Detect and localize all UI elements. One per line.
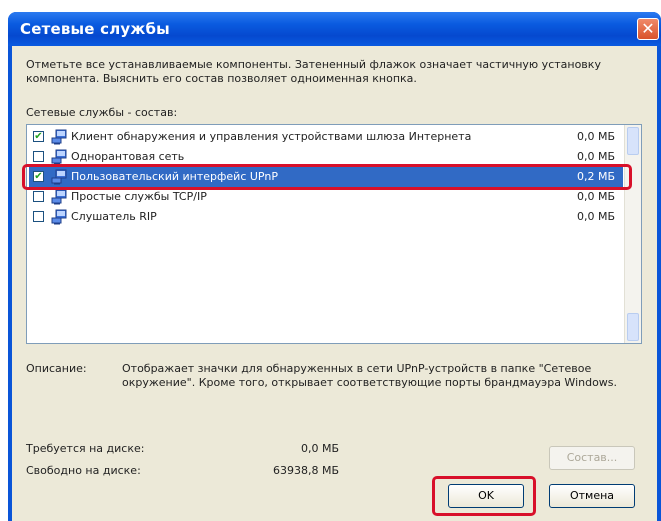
component-name: Слушатель RIP bbox=[71, 210, 157, 223]
components-list[interactable]: ✔ Клиент обнаружения и управления устрой… bbox=[26, 124, 642, 344]
scroll-down-arrow[interactable] bbox=[627, 313, 639, 341]
details-button[interactable]: Состав... bbox=[549, 446, 635, 470]
close-button[interactable]: ✕ bbox=[637, 18, 659, 40]
window-title: Сетевые службы bbox=[20, 20, 170, 38]
annotation-highlight-upnp bbox=[22, 164, 632, 190]
components-label: Сетевые службы - состав: bbox=[26, 106, 178, 119]
dialog-body: Отметьте все устанавливаемые компоненты.… bbox=[12, 46, 657, 521]
component-size: 0,0 МБ bbox=[576, 210, 615, 223]
list-scrollbar[interactable] bbox=[624, 125, 641, 343]
component-checkbox[interactable]: ✔ bbox=[33, 131, 44, 142]
list-item[interactable]: Слушатель RIP 0,0 МБ bbox=[29, 207, 623, 227]
description-label: Описание: bbox=[26, 362, 87, 375]
component-size: 0,0 МБ bbox=[576, 190, 615, 203]
network-service-icon bbox=[51, 189, 67, 205]
component-checkbox[interactable] bbox=[33, 191, 44, 202]
network-services-dialog: Сетевые службы ✕ Отметьте все устанавлив… bbox=[8, 12, 661, 521]
instructions-text: Отметьте все устанавливаемые компоненты.… bbox=[26, 58, 601, 85]
list-item[interactable]: Простые службы TCP/IP 0,0 МБ bbox=[29, 187, 623, 207]
component-checkbox[interactable] bbox=[33, 211, 44, 222]
cancel-button[interactable]: Отмена bbox=[549, 484, 635, 508]
component-name: Простые службы TCP/IP bbox=[71, 190, 207, 203]
component-name: Однорантовая сеть bbox=[71, 150, 185, 163]
component-size: 0,0 МБ bbox=[576, 130, 615, 143]
required-space-value: 0,0 МБ bbox=[300, 442, 339, 455]
title-bar: Сетевые службы ✕ bbox=[8, 12, 661, 46]
component-checkbox[interactable] bbox=[33, 151, 44, 162]
free-space-value: 63938,8 МБ bbox=[272, 464, 339, 477]
network-service-icon bbox=[51, 129, 67, 145]
scroll-up-arrow[interactable] bbox=[627, 127, 639, 155]
description-text: Отображает значки для обнаруженных в сет… bbox=[122, 362, 618, 389]
annotation-highlight-ok bbox=[432, 476, 536, 516]
network-service-icon bbox=[51, 209, 67, 225]
network-service-icon bbox=[51, 149, 67, 165]
close-icon: ✕ bbox=[641, 19, 655, 38]
required-space-label: Требуется на диске: bbox=[26, 442, 145, 455]
component-name: Клиент обнаружения и управления устройст… bbox=[71, 130, 472, 143]
list-item[interactable]: ✔ Клиент обнаружения и управления устрой… bbox=[29, 127, 623, 147]
free-space-label: Свободно на диске: bbox=[26, 464, 141, 477]
component-size: 0,0 МБ bbox=[576, 150, 615, 163]
